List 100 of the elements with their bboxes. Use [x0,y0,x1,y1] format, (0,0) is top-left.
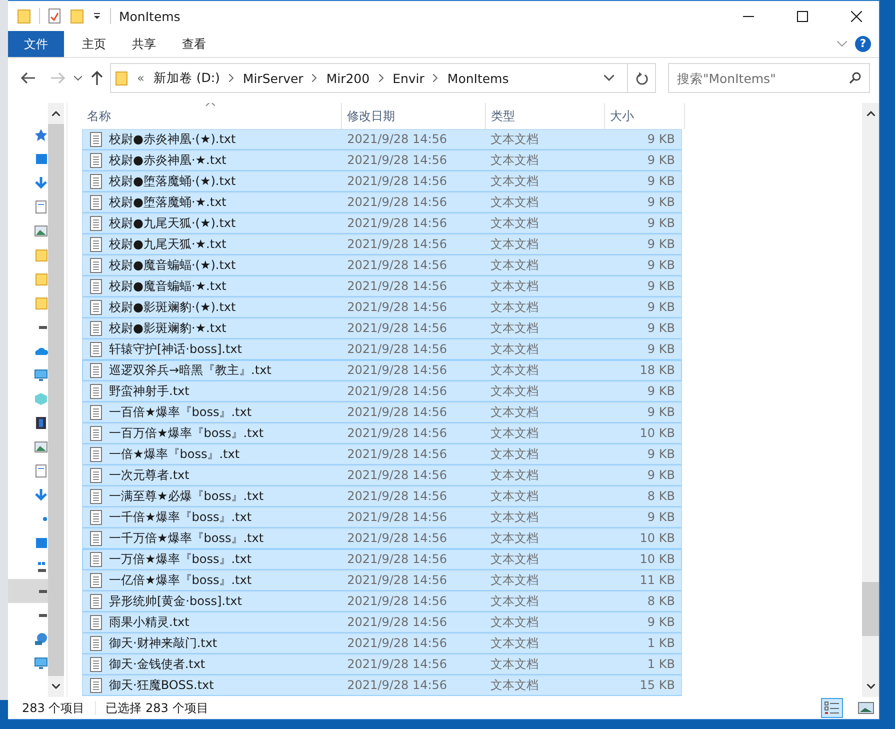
up-arrow-icon[interactable] [90,70,104,86]
type-cell-text: 文本文档 [490,593,540,610]
breadcrumb[interactable]: 新加卷 (D:) [153,70,220,86]
file-row[interactable]: 野蛮神射手.txt 2021/9/28 14:56 文本文档 9 KB [82,381,682,402]
help-button[interactable]: ? [855,36,871,52]
chevron-icon[interactable] [228,74,234,82]
file-row[interactable]: 校尉●堕落魔蛹·(★).txt 2021/9/28 14:56 文本文档 9 KB [82,171,682,192]
type-cell-text: 文本文档 [490,509,540,526]
file-row[interactable]: 一亿倍★爆率『boss』.txt 2021/9/28 14:56 文本文档 11 KB [82,570,682,591]
file-row[interactable]: 一万倍★爆率『boss』.txt 2021/9/28 14:56 文本文档 10 KB [82,549,682,570]
chevron-icon[interactable] [312,74,318,82]
file-row[interactable]: 一次元尊者.txt 2021/9/28 14:56 文本文档 9 KB [82,465,682,486]
details-view-button[interactable] [821,698,843,718]
file-row[interactable]: 一千万倍★爆率『boss』.txt 2021/9/28 14:56 文本文档 10 KB [82,528,682,549]
type-cell-text: 文本文档 [490,488,540,505]
file-row[interactable]: 一百万倍★爆率『boss』.txt 2021/9/28 14:56 文本文档 10 KB [82,423,682,444]
size-cell-text: 10 KB [638,425,676,442]
breadcrumb[interactable]: MirServer [242,70,304,86]
file-row[interactable]: 校尉●影斑斓豹·(★).txt 2021/9/28 14:56 文本文档 9 KB [82,297,682,318]
ribbon-tab[interactable]: 主页 [70,31,118,57]
file-row[interactable]: 校尉●魔音蝙蝠·★.txt 2021/9/28 14:56 文本文档 9 KB [82,276,682,297]
file-row[interactable]: 一千倍★爆率『boss』.txt 2021/9/28 14:56 文本文档 9 KB [82,507,682,528]
date-cell-text: 2021/9/28 14:56 [346,320,448,337]
recent-dropdown-icon[interactable] [74,75,82,81]
ribbon-tab[interactable]: 查看 [170,31,218,57]
file-row[interactable]: 校尉●堕落魔蛹·★.txt 2021/9/28 14:56 文本文档 9 KB [82,192,682,213]
breadcrumb[interactable]: Envir [392,70,424,86]
type-cell-text: 文本文档 [490,278,540,295]
file-row[interactable]: 巡逻双斧兵→暗黑『教主』.txt 2021/9/28 14:56 文本文档 18 KB [82,360,682,381]
search-field[interactable]: 搜索"MonItems" [668,63,870,93]
file-row[interactable]: 御天·财神来敲门.txt 2021/9/28 14:56 文本文档 1 KB [82,633,682,654]
chevron-icon[interactable] [378,74,384,82]
text-file-icon [90,132,102,147]
file-row[interactable]: 御天·狂魔BOSS.txt 2021/9/28 14:56 文本文档 15 KB [82,675,682,696]
customize-dropdown-icon[interactable] [92,11,102,21]
text-file-icon [90,153,102,168]
overflow-chevron[interactable]: « [137,71,144,85]
document-icon [34,200,48,214]
file-name: 一次元尊者.txt [109,467,190,484]
date-cell-text: 2021/9/28 14:56 [346,677,448,694]
computer-icon [34,368,48,382]
file-row[interactable]: 御天·金钱使者.txt 2021/9/28 14:56 文本文档 1 KB [82,654,682,675]
type-cell-text: 文本文档 [490,362,540,379]
folder-icon [115,70,128,86]
scroll-down-icon[interactable] [52,684,60,689]
file-row[interactable]: 雨果小精灵.txt 2021/9/28 14:56 文本文档 9 KB [82,612,682,633]
scrollbar[interactable] [862,103,879,697]
type-cell-text: 文本文档 [490,467,540,484]
file-name: 异形统帅[黄金·boss].txt [109,593,242,610]
text-file-icon [90,531,102,546]
maximize-icon [796,10,808,22]
date-cell-text: 2021/9/28 14:56 [346,656,448,673]
file-row[interactable]: 一满至尊★必爆『boss』.txt 2021/9/28 14:56 文本文档 8 KB [82,486,682,507]
file-row[interactable]: 轩辕守护[神话·boss].txt 2021/9/28 14:56 文本文档 9 KB [82,339,682,360]
download-icon [34,176,48,190]
file-name: 御天·狂魔BOSS.txt [109,677,214,694]
file-row[interactable]: 异形统帅[黄金·boss].txt 2021/9/28 14:56 文本文档 8 KB [82,591,682,612]
desktop-icon [34,152,48,166]
close-icon [850,10,862,22]
scrollbar-thumb[interactable] [862,582,879,636]
nav-item[interactable] [8,579,48,603]
file-row[interactable]: 校尉●赤炎神凰·(★).txt 2021/9/28 14:56 文本文档 9 KB [82,129,682,150]
file-row[interactable]: 校尉●魔音蝙蝠·(★).txt 2021/9/28 14:56 文本文档 9 KB [82,255,682,276]
computer-icon [34,656,48,670]
date-cell-text: 2021/9/28 14:56 [346,488,448,505]
address-bar[interactable]: « 新加卷 (D:) MirServer Mir200 Envir MonItems [110,63,656,93]
file-row[interactable]: 校尉●影斑斓豹·★.txt 2021/9/28 14:56 文本文档 9 KB [82,318,682,339]
size-cell-text: 10 KB [638,551,676,568]
breadcrumb[interactable]: Mir200 [326,70,370,86]
type-cell-text: 文本文档 [490,341,540,358]
size-cell-text: 9 KB [646,131,676,148]
scroll-down-icon[interactable] [866,684,874,689]
text-file-icon [90,636,102,651]
size-cell-text: 9 KB [646,299,676,316]
type-cell-text: 文本文档 [490,635,540,652]
ribbon-tab[interactable]: 文件 [8,31,64,57]
file-row[interactable]: 一倍★爆率『boss』.txt 2021/9/28 14:56 文本文档 9 KB [82,444,682,465]
expand-ribbon-icon[interactable] [837,41,847,47]
picture-icon [34,224,48,238]
file-row[interactable]: 校尉●九尾天狐·★.txt 2021/9/28 14:56 文本文档 9 KB [82,234,682,255]
file-name: 校尉●魔音蝙蝠·(★).txt [109,257,236,274]
text-file-icon [90,300,102,315]
text-file-icon [90,594,102,609]
chevron-icon[interactable] [433,74,438,82]
back-arrow-icon[interactable] [20,71,36,85]
scroll-up-icon[interactable] [52,111,60,116]
ribbon-tab[interactable]: 共享 [120,31,168,57]
text-file-icon [90,258,102,273]
date-cell-text: 2021/9/28 14:56 [346,551,448,568]
properties-icon[interactable] [48,8,62,24]
file-row[interactable]: 校尉●赤炎神凰·★.txt 2021/9/28 14:56 文本文档 9 KB [82,150,682,171]
scroll-up-icon[interactable] [866,111,874,116]
file-row[interactable]: 一百倍★爆率『boss』.txt 2021/9/28 14:56 文本文档 9 KB [82,402,682,423]
breadcrumb[interactable]: MonItems [447,70,509,86]
star-icon [34,128,48,142]
file-name: 一千万倍★爆率『boss』.txt [109,530,264,547]
drive-icon [39,590,47,592]
text-file-icon [90,174,102,189]
file-row[interactable]: 校尉●九尾天狐·(★).txt 2021/9/28 14:56 文本文档 9 KB [82,213,682,234]
address-dropdown-icon[interactable] [604,75,614,81]
